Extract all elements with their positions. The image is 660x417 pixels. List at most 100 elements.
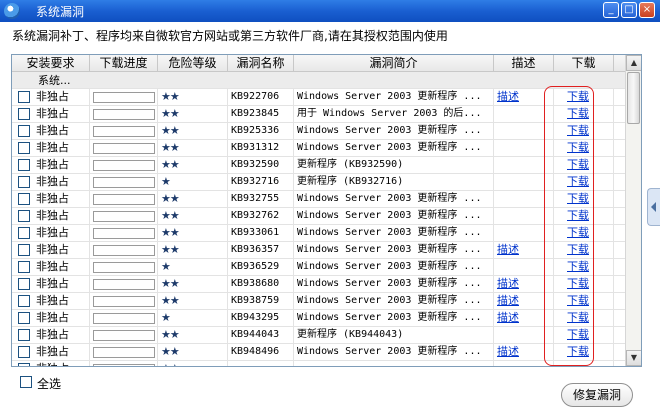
desc-link[interactable]: 描述	[494, 310, 554, 327]
desc-link[interactable]	[494, 140, 554, 157]
desc-link[interactable]	[494, 157, 554, 174]
table-row[interactable]: 非独占 ★★ KB922706 Windows Server 2003 更新程序 ..…	[12, 89, 626, 106]
table-row[interactable]: 非独占 ★ KB936529 Windows Server 2003 更新程序 ...…	[12, 259, 626, 276]
row-checkbox[interactable]	[18, 244, 30, 256]
install-req-label: 非独占	[36, 90, 69, 103]
row-checkbox[interactable]	[18, 329, 30, 341]
table-row[interactable]: 非独占 ★ KB943295 Windows Server 2003 更新程序 ...…	[12, 310, 626, 327]
col-progress[interactable]: 下载进度	[90, 55, 158, 72]
row-checkbox[interactable]	[18, 159, 30, 171]
row-checkbox[interactable]	[18, 261, 30, 273]
minimize-button[interactable]: _	[603, 2, 619, 18]
table-row[interactable]: 非独占 ★★ KB931312 Windows Server 2003 更新程序 ..…	[12, 140, 626, 157]
scroll-thumb[interactable]	[627, 72, 640, 124]
install-req-cell: 非独占	[12, 276, 90, 293]
download-link[interactable]: 下载	[554, 327, 614, 344]
table-row[interactable]: 非独占 ★★ KB932755 Windows Server 2003 更新程序 ..…	[12, 191, 626, 208]
download-link[interactable]: 下载	[554, 276, 614, 293]
row-checkbox[interactable]	[18, 142, 30, 154]
desc-link[interactable]: 描述	[494, 344, 554, 361]
scroll-up-icon[interactable]: ▲	[626, 55, 641, 71]
close-button[interactable]: ×	[639, 2, 655, 18]
desc-link[interactable]	[494, 106, 554, 123]
row-checkbox[interactable]	[18, 91, 30, 103]
download-link[interactable]: 下载	[554, 225, 614, 242]
intro-text: 更新程序 (KB944043)	[294, 327, 494, 344]
table-row[interactable]: 非独占 ★★ KB933061 Windows Server 2003 更新程序 ..…	[12, 225, 626, 242]
download-link[interactable]: 下载	[554, 157, 614, 174]
row-checkbox[interactable]	[18, 346, 30, 358]
row-checkbox[interactable]	[18, 227, 30, 239]
risk-stars: ★★	[158, 327, 228, 344]
col-desc[interactable]: 描述	[494, 55, 554, 72]
row-checkbox[interactable]	[18, 312, 30, 324]
desc-link[interactable]	[494, 259, 554, 276]
desc-link[interactable]	[494, 327, 554, 344]
download-link[interactable]: 下载	[554, 140, 614, 157]
description-text: 系统漏洞补丁、程序均来自微软官方网站或第三方软件厂商,请在其授权范围内使用	[12, 29, 448, 43]
vertical-scrollbar[interactable]: ▲ ▼	[625, 55, 641, 366]
download-link[interactable]: 下载	[554, 123, 614, 140]
install-req-cell: 非独占	[12, 259, 90, 276]
table-row[interactable]: 非独占 ★★ KB925336 Windows Server 2003 更新程序 ..…	[12, 123, 626, 140]
table-row[interactable]: 非独占 ★★ KB932762 Windows Server 2003 更新程序 ..…	[12, 208, 626, 225]
table-row[interactable]: 非独占 ★ KB932716 更新程序 (KB932716) 下载	[12, 174, 626, 191]
download-link[interactable]: 下载	[554, 242, 614, 259]
download-progress-bar	[93, 160, 155, 171]
progress-cell	[90, 225, 158, 242]
col-download[interactable]: 下载	[554, 55, 614, 72]
col-risk[interactable]: 危险等级	[158, 55, 228, 72]
desc-link[interactable]	[494, 174, 554, 191]
desc-link[interactable]	[494, 225, 554, 242]
table-row[interactable]: 非独占 ★★ KB948496 Windows Server 2003 更新程序 ..…	[12, 344, 626, 361]
download-progress-bar	[93, 143, 155, 154]
chevron-left-icon[interactable]	[647, 188, 660, 226]
row-checkbox[interactable]	[18, 363, 30, 366]
row-checkbox[interactable]	[18, 295, 30, 307]
desc-link[interactable]	[494, 123, 554, 140]
desc-link[interactable]: 描述	[494, 242, 554, 259]
table-row[interactable]: 非独占 ★★ KB938759 Windows Server 2003 更新程序 ..…	[12, 293, 626, 310]
col-kb-name[interactable]: 漏洞名称	[228, 55, 294, 72]
table-row[interactable]: 非独占 ★★	[12, 361, 626, 366]
group-row[interactable]: 系统...	[12, 72, 626, 89]
intro-text: Windows Server 2003 更新程序 ...	[294, 242, 494, 259]
progress-cell	[90, 361, 158, 366]
col-install-req[interactable]: 安装要求	[12, 55, 90, 72]
desc-link[interactable]: 描述	[494, 276, 554, 293]
download-link[interactable]: 下载	[554, 310, 614, 327]
desc-link[interactable]: 描述	[494, 89, 554, 106]
download-link[interactable]: 下载	[554, 344, 614, 361]
table-row[interactable]: 非独占 ★★ KB944043 更新程序 (KB944043) 下载	[12, 327, 626, 344]
download-link[interactable]: 下载	[554, 106, 614, 123]
table-row[interactable]: 非独占 ★★ KB936357 Windows Server 2003 更新程序 ..…	[12, 242, 626, 259]
desc-link[interactable]: 描述	[494, 293, 554, 310]
table-row[interactable]: 非独占 ★★ KB932590 更新程序 (KB932590) 下载	[12, 157, 626, 174]
desc-link[interactable]	[494, 208, 554, 225]
row-checkbox[interactable]	[18, 125, 30, 137]
download-link[interactable]: 下载	[554, 174, 614, 191]
install-req-label: 非独占	[36, 107, 69, 120]
intro-text: Windows Server 2003 更新程序 ...	[294, 310, 494, 327]
desc-link[interactable]	[494, 191, 554, 208]
row-checkbox[interactable]	[18, 210, 30, 222]
col-intro[interactable]: 漏洞简介	[294, 55, 494, 72]
select-all-checkbox[interactable]	[20, 376, 32, 388]
download-link[interactable]	[554, 361, 614, 366]
table-row[interactable]: 非独占 ★★ KB938680 Windows Server 2003 更新程序 ..…	[12, 276, 626, 293]
row-checkbox[interactable]	[18, 278, 30, 290]
download-link[interactable]: 下载	[554, 208, 614, 225]
row-checkbox[interactable]	[18, 108, 30, 120]
row-checkbox[interactable]	[18, 193, 30, 205]
row-checkbox[interactable]	[18, 176, 30, 188]
scroll-down-icon[interactable]: ▼	[626, 350, 641, 366]
maximize-button[interactable]: □	[621, 2, 637, 18]
download-link[interactable]: 下载	[554, 259, 614, 276]
desc-link[interactable]	[494, 361, 554, 366]
download-link[interactable]: 下载	[554, 89, 614, 106]
download-link[interactable]: 下载	[554, 293, 614, 310]
repair-button[interactable]: 修复漏洞	[561, 383, 633, 407]
download-progress-bar	[93, 364, 155, 366]
table-row[interactable]: 非独占 ★★ KB923845 用于 Windows Server 2003 的后..…	[12, 106, 626, 123]
download-link[interactable]: 下载	[554, 191, 614, 208]
